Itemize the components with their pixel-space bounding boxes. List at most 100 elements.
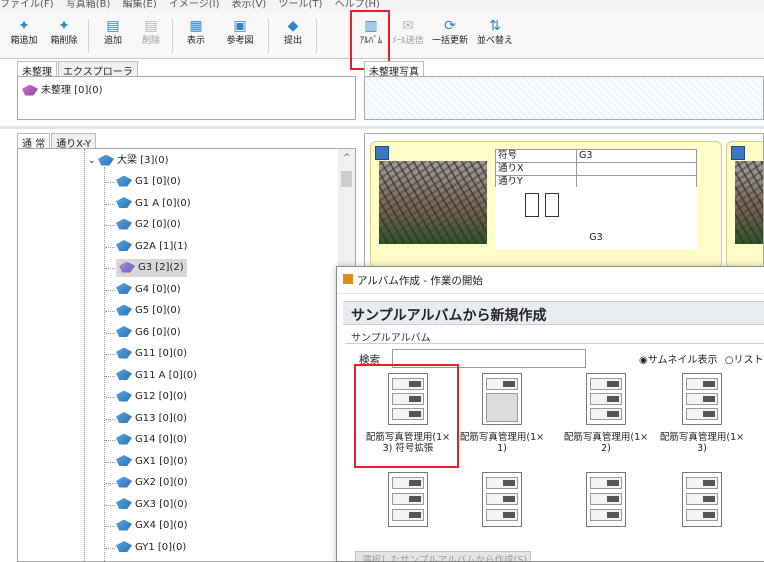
tree-node[interactable]: G4 [0](0) [116,281,181,299]
member-icon [116,476,132,488]
tree-node-selected[interactable]: G3 [2](2) [116,259,187,277]
tree-node-label: G2A [1](1) [135,240,188,252]
tree-node[interactable]: G11 A [0](0) [116,367,197,385]
album-label-1x1[interactable]: 配筋写真管理用(1× 1) [447,432,557,454]
tree-node-parent[interactable]: ⌄ 大梁 [3](0) [88,152,169,170]
tree-node[interactable]: GY1 [0](0) [116,539,186,557]
member-icon [116,498,132,509]
tree-guide [105,461,115,463]
member-icon [116,541,132,552]
card-select-icon[interactable] [375,146,389,160]
tree-node[interactable]: GX4 [0](0) [116,517,187,535]
member-icon [116,390,132,402]
rebar-photo[interactable] [735,161,763,244]
add-box-button[interactable]: ✦ 箱追加 [6,15,42,55]
card-select-icon[interactable] [731,146,745,160]
album-thumb-row2-4[interactable] [682,472,722,527]
delete-photo-button[interactable]: ▤ 削除 [134,15,168,55]
tree-node-label: G11 A [0](0) [135,369,198,381]
tree-node[interactable]: GX1 [0](0) [116,453,187,471]
sort-button[interactable]: ⇅ 並べ替え [474,15,516,55]
tree-guide [105,504,115,506]
card-row: 通りX [495,162,697,175]
tree-node-label: G1 [0](0) [135,176,181,187]
member-icon [116,369,132,380]
tree-node[interactable]: G1 A [0](0) [116,195,191,213]
tree-node-label: G12 [0](0) [135,391,187,402]
album-thumb-row2-1[interactable] [388,472,428,527]
card-info-table: 符号 G3 通りX 通りY [495,149,697,189]
album-thumb-row2-3[interactable] [586,472,626,527]
create-from-sample-button[interactable]: 選択したサンプルアルバムから作成(S) [355,551,531,561]
tree-node-label: G5 [0](0) [135,305,181,316]
menu-photobox[interactable]: 写真箱(B) [66,0,111,10]
splitter[interactable] [0,126,764,129]
delete-box-button[interactable]: ✦ 箱削除 [46,15,82,55]
tree-node[interactable]: GX2 [0](0) [116,474,187,492]
tree-node-label: GX3 [0](0) [135,498,188,510]
submit-button[interactable]: ◆ 提出 [274,15,312,55]
tree-guide [105,397,115,398]
tree-node[interactable]: G2 [0](0) [116,216,181,234]
member-icon [116,433,132,445]
radio-list[interactable]: ○リスト [725,355,764,366]
tree-node[interactable]: G5 [0](0) [116,302,181,320]
album-thumb-1x1[interactable] [482,373,522,425]
card-row: 符号 G3 [495,149,697,162]
tree-guide [105,332,115,334]
dialog-titlebar: アルバム作成 - 作業の開始 [337,267,764,294]
menu-view[interactable]: 表示(V) [232,0,267,10]
dialog-title: アルバム作成 - 作業の開始 [357,275,483,287]
tree-guide [105,547,115,549]
unsorted-item[interactable]: 未整理 [0](0) [22,81,103,96]
album-label-1x2[interactable]: 配筋写真管理用(1× 2) [551,432,661,454]
album-thumb-1x3[interactable] [682,373,722,425]
tree-guide [105,526,115,527]
mail-icon: ✉ [402,18,414,34]
dialog-heading: サンプルアルバムから新規作成 [351,308,547,324]
menu-image[interactable]: イメージ(I) [169,0,220,10]
tree-node[interactable]: G12 [0](0) [116,388,187,406]
member-icon [116,347,132,359]
radio-thumbnail[interactable]: ◉サムネイル表示 [639,355,718,366]
photo-card-partial[interactable] [726,141,763,268]
drawing-shape [525,193,539,217]
photo-card-g3[interactable]: 符号 G3 通りX 通りY G3 [370,141,722,268]
album-label-1x3[interactable]: 配筋写真管理用(1× 3) [647,432,757,454]
scroll-up-icon[interactable]: ^ [343,153,351,163]
album-thumb-row2-2[interactable] [482,472,522,527]
toolbar-separator [268,19,269,53]
tree-node-label: G2 [0](0) [135,219,181,230]
delete-box-icon: ✦ [58,18,70,34]
tree-guide [105,289,115,291]
tree-node[interactable]: G2A [1](1) [116,238,187,256]
menu-edit[interactable]: 編集(E) [123,0,157,10]
tree-node[interactable]: GX3 [0](0) [116,496,187,514]
mail-send-button[interactable]: ✉ ﾒｰﾙ送信 [390,15,426,55]
chevron-down-icon[interactable]: ⌄ [88,152,98,170]
menu-tools[interactable]: ツール(T) [279,0,323,10]
menu-file[interactable]: ファイル(F) [0,0,54,10]
member-icon [116,412,132,423]
view-button[interactable]: ▦ 表示 [178,15,214,55]
tree-panel: ⌄ 大梁 [3](0) G1 [0](0) G1 A [0](0) G2 [0](0)… [17,148,356,562]
album-thumb-1x2[interactable] [586,373,626,425]
member-icon [116,283,132,294]
tree-node-label: G1 A [0](0) [135,197,191,209]
reference-drawing-button[interactable]: ▣ 参考図 [220,15,260,55]
scrollbar-thumb[interactable] [341,171,352,187]
add-photo-button[interactable]: ▤ 追加 [96,15,130,55]
tree-node[interactable]: G6 [0](0) [116,324,181,342]
tree-node[interactable]: G11 [0](0) [116,345,187,363]
tree-node[interactable]: G13 [0](0) [116,410,187,428]
beam-group-icon [98,154,114,166]
tree-node[interactable]: G14 [0](0) [116,431,187,449]
delete-photo-icon: ▤ [144,18,158,34]
submit-icon: ◆ [287,18,299,34]
menu-help[interactable]: ヘルプ(H) [335,0,380,10]
bulk-update-button[interactable]: ⟳ 一括更新 [428,15,472,55]
rebar-photo[interactable] [379,161,487,244]
tree-node[interactable]: G1 [0](0) [116,173,181,191]
member-icon [116,326,132,337]
drawing-shape [545,193,559,217]
